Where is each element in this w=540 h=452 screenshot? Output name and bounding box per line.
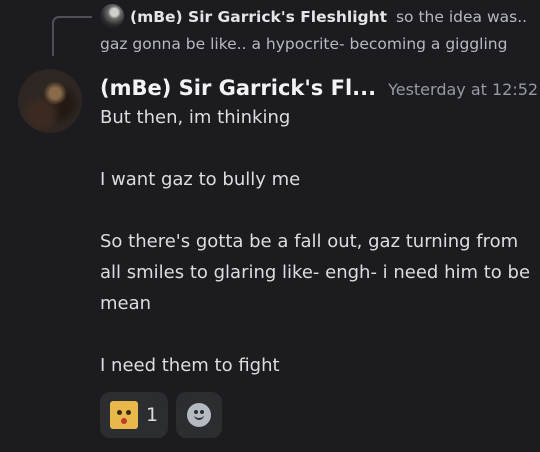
message-author[interactable]: (mBe) Sir Garrick's Fl... xyxy=(100,76,376,100)
author-avatar[interactable] xyxy=(18,69,82,133)
emoji-mouth xyxy=(121,418,127,424)
chat-view: (mBe) Sir Garrick's Fleshlight so the id… xyxy=(0,0,540,452)
add-reaction-button[interactable] xyxy=(176,392,223,438)
add-reaction-smiley-icon xyxy=(187,403,212,427)
smiley-mouth xyxy=(194,415,205,420)
reaction-count: 1 xyxy=(146,404,159,426)
reply-avatar[interactable] xyxy=(100,4,124,28)
reactions-bar: 1 xyxy=(100,392,223,438)
reaction-button[interactable]: 1 xyxy=(100,392,169,438)
message-header: (mBe) Sir Garrick's Fl... Yesterday at 12… xyxy=(100,72,540,106)
message-timestamp[interactable]: Yesterday at 12:52 PM xyxy=(388,80,540,99)
message-paragraph-1: But then, im thinking xyxy=(100,107,291,128)
reply-connector xyxy=(52,16,92,56)
message-line: all smiles to glaring like- engh- i need… xyxy=(100,262,531,283)
message-paragraph-3: So there's gotta be a fall out, gaz turn… xyxy=(100,226,540,319)
reply-text-continued: gaz gonna be like.. a hypocrite- becomin… xyxy=(100,35,508,53)
message-paragraph-4: I need them to fight xyxy=(100,355,280,376)
pikachu-face-emoji-icon xyxy=(110,401,138,429)
message-content: But then, im thinking I want gaz to bull… xyxy=(100,102,540,381)
message-paragraph-2: I want gaz to bully me xyxy=(100,169,301,190)
message-line: mean xyxy=(100,293,152,314)
reply-preview[interactable]: (mBe) Sir Garrick's Fleshlight so the id… xyxy=(100,4,540,30)
message-line: So there's gotta be a fall out, gaz turn… xyxy=(100,231,519,252)
reply-author[interactable]: (mBe) Sir Garrick's Fleshlight xyxy=(130,8,387,26)
reply-text: so the idea was.. xyxy=(395,8,528,26)
